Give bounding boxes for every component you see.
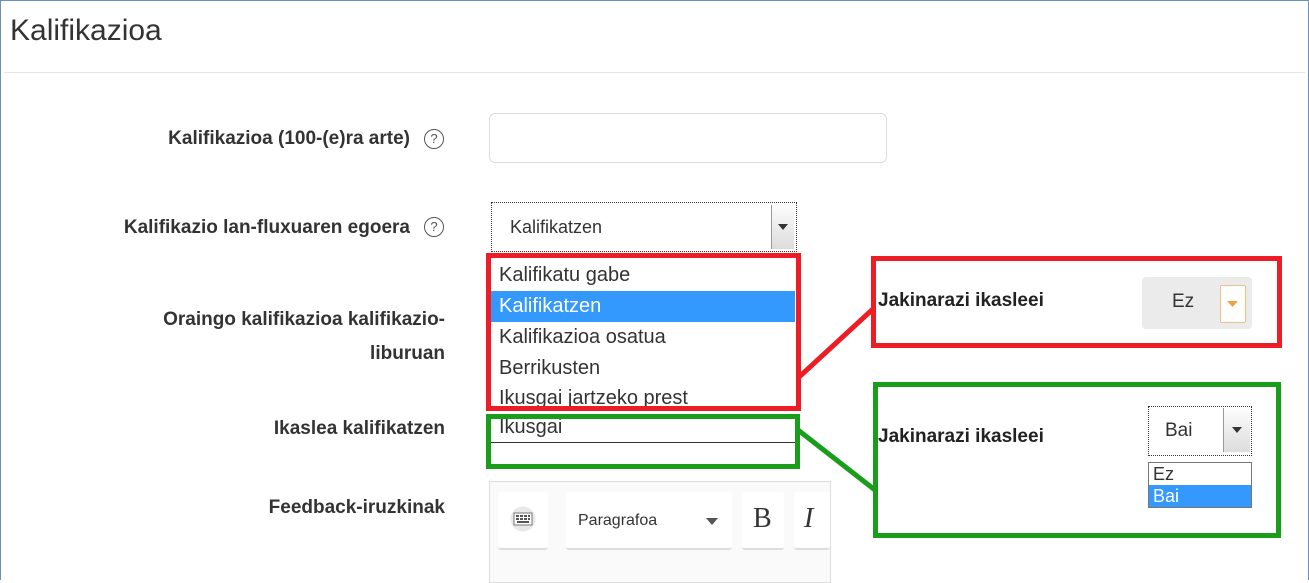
notify-students-label: Jakinarazi ikasleei [878,290,1044,311]
notify-students-options: Ez Bai [1148,462,1252,508]
notify-students-value: Ez [1172,291,1195,312]
notify-students-select-disabled: Ez [1142,277,1252,329]
notify-students-label: Jakinarazi ikasleei [878,426,1044,447]
notify-students-value: Bai [1165,420,1193,441]
notify-students-select[interactable]: Bai [1148,406,1252,456]
option-yes[interactable]: Bai [1149,485,1251,507]
chevron-down-icon [1220,285,1246,323]
options-highlight-box [486,253,801,411]
released-highlight-box [486,414,800,469]
option-no[interactable]: Ez [1149,463,1251,485]
chevron-down-icon[interactable] [1223,408,1250,452]
